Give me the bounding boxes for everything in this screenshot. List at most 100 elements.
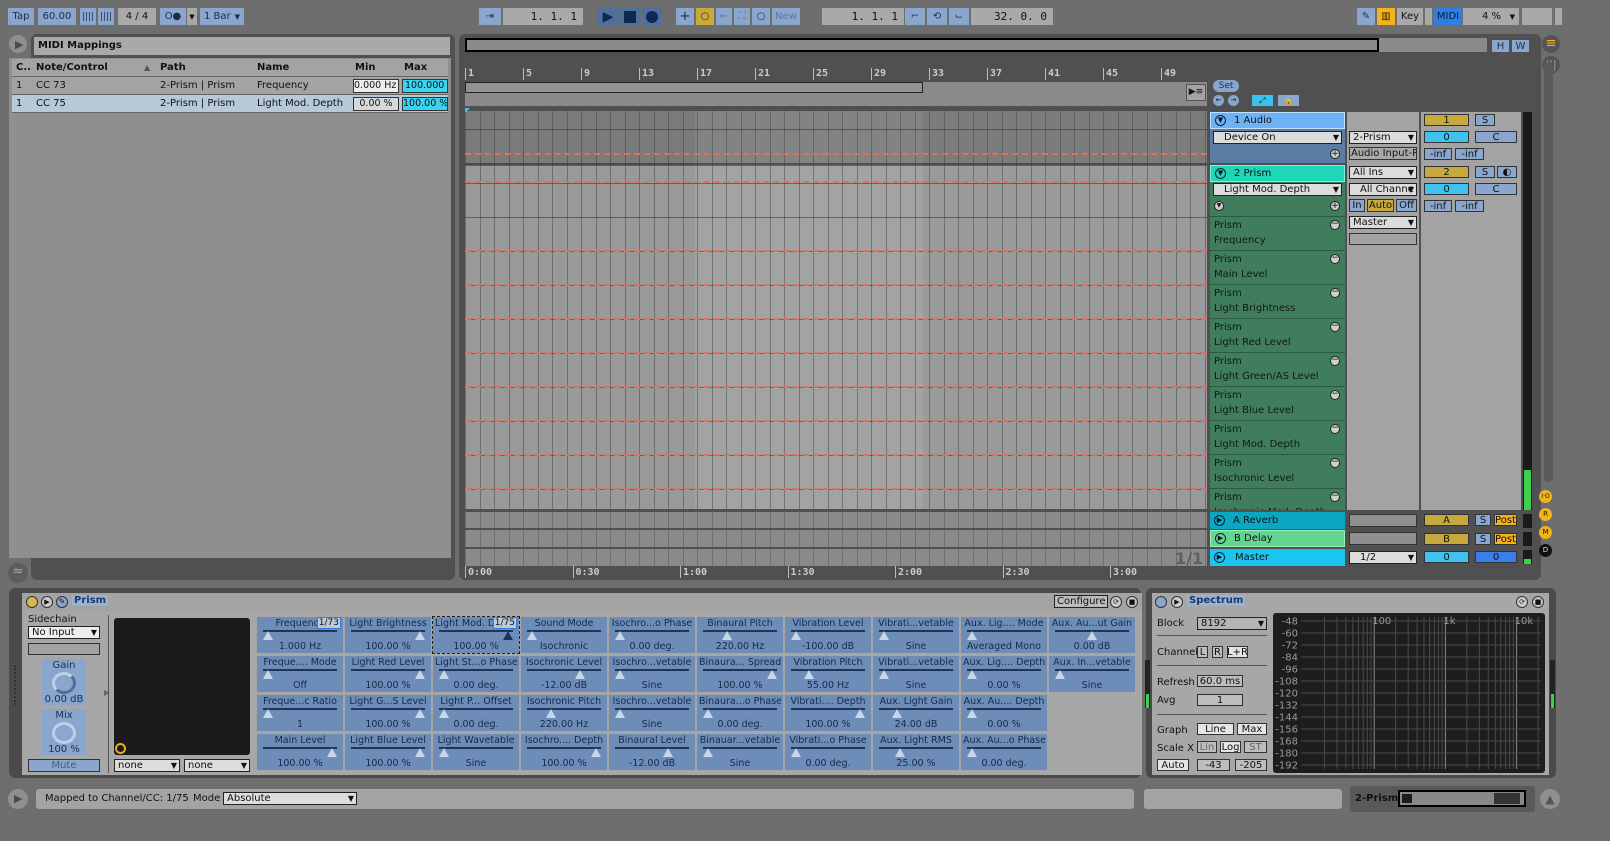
nudge-up-icon[interactable]: |||| bbox=[98, 8, 114, 25]
stop-button[interactable] bbox=[620, 8, 640, 25]
param-slider[interactable]: Freque.... Mode Off bbox=[257, 656, 343, 692]
graph-max-button[interactable]: Max bbox=[1237, 723, 1267, 735]
envelope-lane-header[interactable]: Prism Light Red Level − bbox=[1210, 318, 1345, 352]
automation-envelope-line[interactable] bbox=[465, 454, 1207, 456]
param-slider[interactable]: Isochro...vetable Sine bbox=[609, 695, 695, 731]
arrangement-view-icon[interactable]: ≡ bbox=[1542, 35, 1560, 53]
param-slider[interactable]: Isochro.... Depth 100.00 % bbox=[521, 734, 607, 770]
param-slider[interactable]: Isochro...o Phase 0.00 deg. bbox=[609, 617, 695, 653]
automation-envelope-line[interactable] bbox=[465, 318, 1207, 320]
param-handle[interactable] bbox=[591, 748, 601, 757]
automation-param-select[interactable]: Device On bbox=[1213, 131, 1342, 144]
remove-lane-icon[interactable]: − bbox=[1330, 322, 1340, 332]
tempo-field[interactable]: 60.00 bbox=[38, 8, 76, 25]
automation-envelope-line[interactable] bbox=[465, 352, 1207, 354]
spectrum-display[interactable]: -48-60-72-84-96-108-120-132-144-156-168-… bbox=[1273, 613, 1545, 773]
automation-envelope-line[interactable] bbox=[465, 181, 1207, 183]
max-field[interactable]: 100.000 H bbox=[402, 78, 448, 93]
channel-r-button[interactable]: R bbox=[1212, 646, 1223, 658]
scale-lin-button[interactable]: Lin bbox=[1197, 741, 1217, 753]
hot-swap-icon[interactable]: ⟳ bbox=[1110, 596, 1122, 608]
track-grid[interactable] bbox=[465, 111, 1207, 509]
param-slider[interactable]: Light St...o Phase 0.00 deg. bbox=[433, 656, 519, 692]
param-slider[interactable]: Isochronic Pitch 220.00 Hz bbox=[521, 695, 607, 731]
locator-strip[interactable] bbox=[465, 94, 1207, 106]
mix-knob[interactable]: Mix 100 % bbox=[42, 709, 86, 755]
param-handle[interactable] bbox=[527, 631, 537, 640]
post-button[interactable]: Post bbox=[1494, 533, 1517, 545]
param-handle[interactable] bbox=[967, 748, 977, 757]
param-handle[interactable] bbox=[967, 631, 977, 640]
param-slider[interactable]: Binaura...o Phase 0.00 deg. bbox=[697, 695, 783, 731]
param-handle[interactable] bbox=[439, 748, 449, 757]
punch-in-icon[interactable]: ⌐ bbox=[905, 8, 925, 25]
param-slider[interactable]: Main Level 100.00 % bbox=[257, 734, 343, 770]
master-volume[interactable]: 0 bbox=[1424, 551, 1469, 563]
table-row[interactable]: 1 CC 73 2-Prism | Prism Frequency 0.000 … bbox=[12, 77, 448, 95]
track-activator[interactable]: 1 bbox=[1424, 114, 1469, 126]
param-slider[interactable]: Vibration Pitch 55.00 Hz bbox=[785, 656, 871, 692]
param-handle[interactable] bbox=[439, 709, 449, 718]
col-note-control[interactable]: Note/Control bbox=[36, 62, 108, 73]
param-slider[interactable]: Aux. Lig.... Depth 0.00 % bbox=[961, 656, 1047, 692]
key-map-button[interactable]: Key bbox=[1397, 8, 1423, 25]
param-slider[interactable]: Aux. In...vetable Sine bbox=[1049, 656, 1135, 692]
channel-lr-button[interactable]: L+R bbox=[1227, 646, 1248, 658]
param-slider[interactable]: Light Red Level 100.00 % bbox=[345, 656, 431, 692]
track-header-return-b[interactable]: ▶ B Delay bbox=[1210, 530, 1345, 547]
param-slider[interactable]: Binaural Level -12.00 dB bbox=[609, 734, 695, 770]
param-slider[interactable]: Freque...c Ratio 1 bbox=[257, 695, 343, 731]
channel-l-button[interactable]: L bbox=[1197, 646, 1208, 658]
param-slider[interactable]: Aux. Light RMS 25.00 % bbox=[873, 734, 959, 770]
col-channel[interactable]: C.. bbox=[16, 62, 31, 73]
param-handle[interactable] bbox=[967, 670, 977, 679]
mapping-mode-select[interactable]: Absolute bbox=[223, 792, 357, 805]
delay-toggle-button[interactable]: D bbox=[1539, 544, 1552, 557]
param-slider[interactable]: Vibration Level -100.00 dB bbox=[785, 617, 871, 653]
param-slider[interactable]: Aux. Light Gain 24.00 dB bbox=[873, 695, 959, 731]
param-handle[interactable] bbox=[415, 670, 425, 679]
optimize-height-button[interactable]: H bbox=[1492, 40, 1509, 52]
param-handle[interactable] bbox=[503, 631, 513, 640]
drag-handle-icon[interactable] bbox=[14, 665, 18, 705]
param-handle[interactable] bbox=[415, 631, 425, 640]
device-overview[interactable] bbox=[1398, 790, 1526, 807]
param-slider[interactable]: Isochro...vetable Sine bbox=[609, 656, 695, 692]
capture-icon[interactable]: ⛶ bbox=[734, 8, 750, 25]
add-lane-icon[interactable]: + bbox=[1330, 149, 1340, 159]
gain-knob[interactable]: Gain 0.00 dB bbox=[42, 659, 86, 705]
col-name[interactable]: Name bbox=[257, 62, 289, 73]
param-slider[interactable]: Vibrati.... Depth 100.00 % bbox=[785, 695, 871, 731]
device-on-toggle[interactable] bbox=[1155, 596, 1167, 608]
param-handle[interactable] bbox=[891, 709, 902, 718]
param-slider[interactable]: Aux. Lig.... Mode Averaged Mono bbox=[961, 617, 1047, 653]
add-lane-icon[interactable]: + bbox=[1330, 201, 1340, 211]
arm-button[interactable]: ◐ bbox=[1497, 166, 1517, 178]
play-button[interactable]: ▶ bbox=[598, 8, 618, 25]
param-handle[interactable] bbox=[895, 748, 905, 757]
automation-envelope-line[interactable] bbox=[465, 386, 1207, 388]
device-title[interactable]: Prism bbox=[72, 595, 109, 606]
param-handle[interactable] bbox=[803, 670, 814, 679]
xy-pad[interactable] bbox=[114, 618, 250, 755]
returns-toggle-button[interactable]: R bbox=[1539, 508, 1552, 521]
return-b-activator[interactable]: B bbox=[1424, 533, 1469, 545]
param-handle[interactable] bbox=[415, 748, 425, 757]
envelope-lane-header[interactable]: Prism Frequency − bbox=[1210, 216, 1345, 250]
punch-out-icon[interactable]: ⌙ bbox=[949, 8, 969, 25]
groove-pool-icon[interactable]: ≈ bbox=[8, 563, 28, 583]
cue-out-select[interactable]: 1/2 bbox=[1349, 551, 1417, 564]
param-slider[interactable]: Aux. Au...ut Gain 0.00 dB bbox=[1049, 617, 1135, 653]
param-slider[interactable]: Light G...S Level 100.00 % bbox=[345, 695, 431, 731]
beat-ruler[interactable]: 1 5 9 13 17 21 25 29 33 37 41 45 49 bbox=[465, 68, 1207, 82]
automation-param-select[interactable]: Light Mod. Depth bbox=[1213, 183, 1342, 196]
param-handle[interactable] bbox=[615, 709, 625, 718]
loop-region-strip[interactable] bbox=[465, 82, 1207, 94]
param-slider[interactable]: Binauar...vetable Sine bbox=[697, 734, 783, 770]
solo-button[interactable]: S bbox=[1475, 114, 1495, 126]
param-slider[interactable]: Light Wavetable Sine bbox=[433, 734, 519, 770]
envelope-lane-header[interactable]: Prism Isochronic Mod. Depth − bbox=[1210, 488, 1345, 510]
param-handle[interactable] bbox=[703, 709, 713, 718]
wrench-icon[interactable]: ✎ bbox=[56, 596, 68, 608]
monitor-off-button[interactable]: Off bbox=[1396, 199, 1417, 212]
